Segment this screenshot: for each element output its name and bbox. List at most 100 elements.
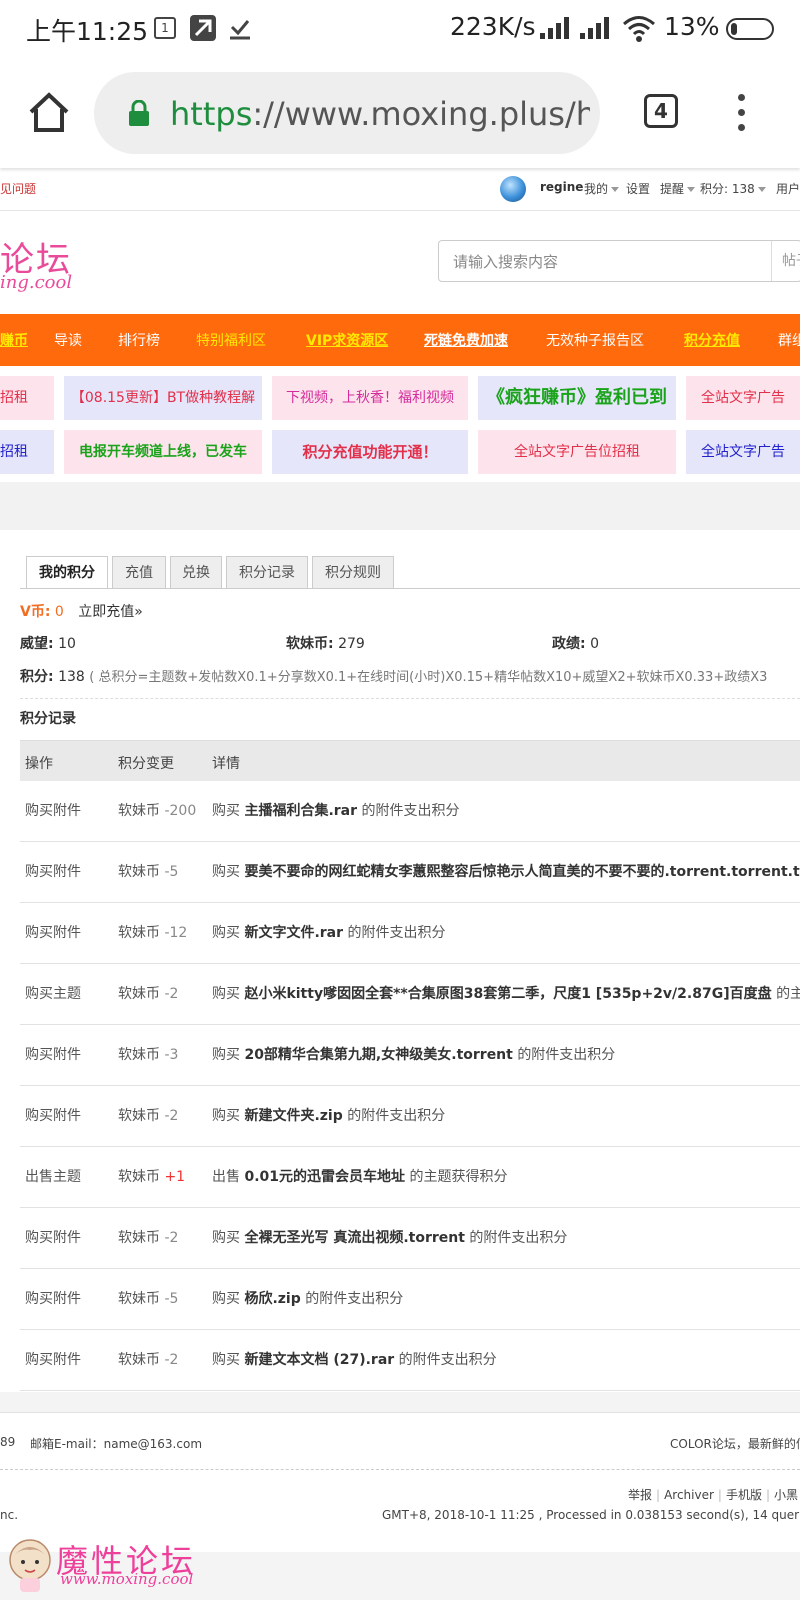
- username-link[interactable]: regine: [540, 180, 583, 194]
- ad-slot[interactable]: 积分充值功能开通！: [272, 430, 468, 474]
- table-row: 购买附件 软妹币 -2 购买 全裸无圣光写 真流出视频.torrent 的附件支…: [20, 1207, 800, 1269]
- browser-toolbar: https://www.moxing.plus/ho 4: [0, 58, 800, 168]
- row-item-link[interactable]: 全裸无圣光写 真流出视频.torrent: [244, 1230, 464, 1246]
- row-change: 软妹币 -2: [118, 983, 178, 1003]
- nav-item-invalid-seed[interactable]: 无效种子报告区: [546, 330, 644, 350]
- row-suffix: 的附件支出积分: [347, 925, 446, 941]
- softcoin-label: 软妹币:: [286, 636, 334, 652]
- ad-slot[interactable]: 全站文字广告: [686, 430, 800, 474]
- points-menu[interactable]: 积分: 138: [700, 180, 766, 197]
- alerts-menu[interactable]: 提醒: [660, 180, 696, 197]
- row-item-link[interactable]: 主播福利合集.rar: [244, 803, 357, 819]
- row-item-link[interactable]: 0.01元的迅雷会员车地址: [244, 1169, 405, 1185]
- url-scheme: https: [170, 95, 253, 133]
- ad-slot[interactable]: 【08.15更新】BT做种教程解: [64, 376, 262, 420]
- table-row: 购买附件 软妹币 -5 购买 杨欣.zip 的附件支出积分: [20, 1268, 800, 1330]
- mobile-link[interactable]: 手机版: [726, 1488, 762, 1502]
- nav-item-earn-coins[interactable]: 赚币: [0, 330, 28, 350]
- row-detail: 购买 要美不要命的网红蛇精女李蕙熙整容后惊艳示人简直美的不要不要的.torren…: [212, 861, 800, 881]
- row-suffix: 的附件支出积分: [347, 1108, 446, 1124]
- row-change-value: -12: [164, 925, 188, 941]
- users-link[interactable]: 用户: [776, 180, 800, 197]
- tab-switcher-button[interactable]: 4: [644, 94, 678, 128]
- blackroom-link[interactable]: 小黑: [774, 1488, 798, 1502]
- ad-slot[interactable]: 下视频，上秋香！福利视频: [272, 376, 468, 420]
- ad-slot[interactable]: 全站文字广告: [686, 376, 800, 420]
- table-row: 购买附件 软妹币 -2 购买 新建文件夹.zip 的附件支出积分: [20, 1085, 800, 1147]
- row-action: 购买附件: [25, 1352, 81, 1368]
- ad-slot[interactable]: 《疯狂赚币》盈利已到: [478, 376, 676, 420]
- nav-item-guide[interactable]: 导读: [54, 330, 82, 350]
- nav-item-deadlink-boost[interactable]: 死链免费加速: [424, 330, 508, 350]
- row-detail: 购买 20部精华合集第九期,女神级美女.torrent 的附件支出积分: [212, 1044, 615, 1064]
- nav-item-groups[interactable]: 群组: [778, 330, 800, 350]
- row-action: 出售主题: [25, 1169, 81, 1185]
- points-log-title: 积分记录: [20, 711, 76, 727]
- row-suffix: 的主题: [776, 986, 800, 1002]
- row-change: 软妹币 +1: [118, 1166, 185, 1186]
- row-detail: 出售 0.01元的迅雷会员车地址 的主题获得积分: [212, 1166, 507, 1186]
- home-icon[interactable]: [26, 90, 72, 136]
- points-value: 138: [58, 669, 85, 685]
- row-item-link[interactable]: 新文字文件.rar: [244, 925, 343, 941]
- tab-recharge[interactable]: 充值: [112, 556, 166, 588]
- ad-slot[interactable]: 招租: [0, 376, 54, 420]
- row-verb: 购买: [212, 925, 240, 941]
- search-box: 帖子: [438, 240, 800, 282]
- settings-link[interactable]: 设置: [626, 180, 650, 197]
- table-row: 出售主题 软妹币 +1 出售 0.01元的迅雷会员车地址 的主题获得积分: [20, 1146, 800, 1208]
- row-item-link[interactable]: 新建文本文档 (27).rar: [244, 1352, 394, 1368]
- row-item-link[interactable]: 新建文件夹.zip: [244, 1108, 342, 1124]
- avatar[interactable]: [500, 176, 526, 202]
- row-currency: 软妹币: [118, 1047, 160, 1063]
- url-text[interactable]: https://www.moxing.plus/ho: [170, 92, 590, 136]
- address-bar[interactable]: https://www.moxing.plus/ho: [94, 72, 600, 154]
- tab-exchange[interactable]: 兑换: [170, 556, 222, 588]
- row-detail: 购买 全裸无圣光写 真流出视频.torrent 的附件支出积分: [212, 1227, 567, 1247]
- archiver-link[interactable]: Archiver: [664, 1488, 714, 1502]
- table-row: 购买附件 软妹币 -12 购买 新文字文件.rar 的附件支出积分: [20, 902, 800, 964]
- mascot-icon: [6, 1536, 54, 1592]
- points-label: 积分:: [20, 669, 54, 685]
- row-detail: 购买 主播福利合集.rar 的附件支出积分: [212, 800, 459, 820]
- my-menu[interactable]: 我的: [584, 180, 620, 197]
- row-item-link[interactable]: 杨欣.zip: [244, 1291, 300, 1307]
- points-menu-label: 积分: 138: [700, 182, 755, 196]
- wifi-icon: [622, 14, 656, 42]
- recharge-now-link[interactable]: 立即充值»: [78, 604, 143, 620]
- table-row: 购买附件 软妹币 -2 购买 新建文本文档 (27).rar 的附件支出积分: [20, 1329, 800, 1391]
- row-suffix: 的附件支出积分: [361, 803, 460, 819]
- nav-item-special-welfare[interactable]: 特别福利区: [196, 330, 266, 350]
- alerts-menu-label: 提醒: [660, 182, 685, 196]
- chevron-down-icon: [611, 187, 620, 192]
- footer-contact: 89 邮箱E-mail：name@163.com COLOR论坛，最新鲜的信: [0, 1412, 800, 1470]
- nav-item-ranking[interactable]: 排行榜: [118, 330, 160, 350]
- search-type-select[interactable]: 帖子: [771, 241, 800, 281]
- tab-my-points[interactable]: 我的积分: [26, 556, 108, 589]
- row-action: 购买附件: [25, 925, 81, 941]
- nav-item-vip-request[interactable]: VIP求资源区: [306, 330, 388, 350]
- table-row: 购买主题 软妹币 -2 购买 赵小米kitty嗲囡囡全套**合集原图38套第二季…: [20, 963, 800, 1025]
- report-link[interactable]: 举报: [628, 1488, 652, 1502]
- row-item-link[interactable]: 20部精华合集第九期,女神级美女.torrent: [244, 1047, 512, 1063]
- row-item-link[interactable]: 赵小米kitty嗲囡囡全套**合集原图38套第二季，尺度1 [535p+2v/2…: [244, 986, 771, 1002]
- ad-slot[interactable]: 招租: [0, 430, 54, 474]
- row-change-value: -200: [164, 803, 197, 819]
- prestige-label: 威望:: [20, 636, 54, 652]
- row-change-value: +1: [164, 1169, 186, 1185]
- row-currency: 软妹币: [118, 1230, 160, 1246]
- ad-slot[interactable]: 全站文字广告位招租: [478, 430, 676, 474]
- faq-link[interactable]: 见问题: [0, 180, 36, 197]
- row-item-link[interactable]: 要美不要命的网红蛇精女李蕙熙整容后惊艳示人简直美的不要不要的.torrent.t…: [244, 864, 799, 880]
- tab-points-rules[interactable]: 积分规则: [312, 556, 394, 588]
- search-input[interactable]: [451, 249, 755, 275]
- row-change-value: -3: [164, 1047, 179, 1063]
- row-currency: 软妹币: [118, 925, 160, 941]
- more-options-icon[interactable]: [738, 94, 746, 134]
- signal-icon-2: [580, 15, 614, 39]
- row-verb: 购买: [212, 1047, 240, 1063]
- ad-slot[interactable]: 电报开车频道上线，已发车: [64, 430, 262, 474]
- nav-item-recharge[interactable]: 积分充值: [684, 330, 740, 350]
- tab-points-log[interactable]: 积分记录: [226, 556, 308, 588]
- download-done-icon: [228, 15, 252, 41]
